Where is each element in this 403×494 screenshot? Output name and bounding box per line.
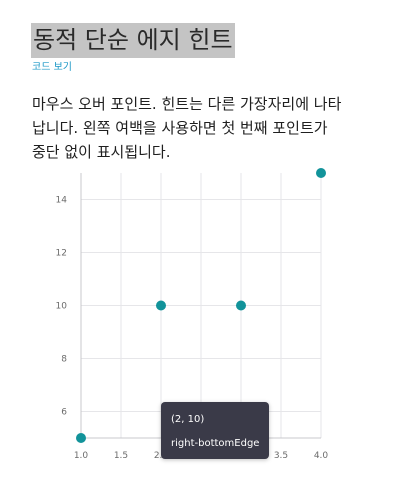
y-tick-label: 10: [56, 302, 68, 312]
y-tick-label: 6: [61, 408, 67, 418]
y-tick-label: 12: [56, 249, 67, 259]
hint-value: (2, 10): [171, 414, 205, 425]
data-point[interactable]: [76, 433, 86, 443]
x-tick-label: 3.5: [274, 451, 288, 461]
data-point[interactable]: [316, 168, 326, 178]
hint-edge-label: right-bottomEdge: [171, 438, 260, 449]
y-tick-label: 14: [56, 196, 68, 206]
x-tick-label: 1.5: [114, 451, 128, 461]
y-tick-label: 8: [61, 355, 67, 365]
x-tick-label: 1.0: [74, 451, 89, 461]
hint-tooltip: (2, 10) right-bottomEdge: [161, 402, 269, 459]
chart-grid: [80, 173, 322, 438]
x-tick-label: 4.0: [314, 451, 329, 461]
data-point[interactable]: [236, 300, 246, 311]
data-point[interactable]: [156, 300, 166, 311]
